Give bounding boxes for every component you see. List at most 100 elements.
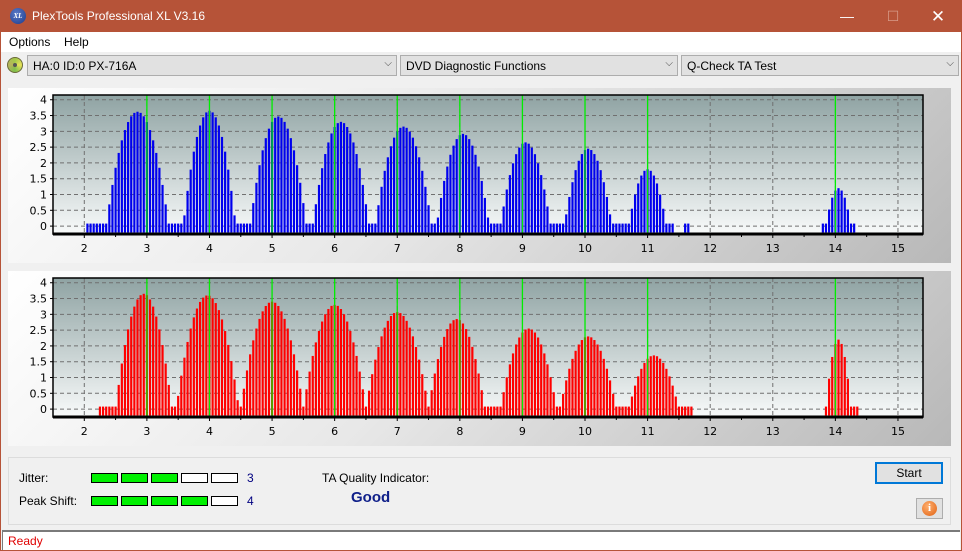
bar: [824, 406, 828, 416]
bar: [587, 148, 590, 233]
bar: [352, 142, 355, 233]
bar: [624, 223, 627, 233]
jitter-label: Jitter:: [19, 471, 49, 485]
bar: [136, 111, 139, 233]
x-tick-label: 15: [891, 425, 905, 438]
bar: [317, 330, 321, 416]
bar: [508, 364, 512, 416]
bar: [249, 223, 252, 233]
bar: [443, 336, 446, 416]
bar: [230, 190, 233, 233]
bar: [455, 319, 458, 416]
bar: [374, 359, 377, 416]
bar: [239, 223, 242, 233]
bar: [837, 188, 840, 233]
bar: [624, 406, 627, 416]
menu-help[interactable]: Help: [64, 35, 89, 49]
bar: [349, 133, 352, 233]
bar: [449, 323, 452, 416]
bar: [296, 165, 299, 233]
bar: [424, 390, 427, 416]
bar: [552, 223, 555, 233]
bar: [380, 186, 383, 233]
x-tick-label: 14: [828, 242, 842, 255]
x-tick-label: 12: [703, 242, 717, 255]
peak-shift-meter-segment: [181, 496, 208, 506]
bar: [311, 355, 314, 416]
x-tick-label: 11: [641, 425, 655, 438]
x-tick-label: 3: [143, 425, 150, 438]
chevron-down-icon: ⌵: [665, 58, 673, 69]
bar: [690, 406, 693, 416]
bar: [123, 130, 127, 233]
bar: [277, 305, 280, 416]
bar: [615, 406, 618, 416]
bar: [659, 358, 662, 416]
bar: [846, 209, 849, 233]
bar: [114, 406, 117, 416]
close-button[interactable]: ✕: [915, 1, 961, 32]
bar: [249, 354, 252, 416]
bar: [355, 355, 358, 416]
bar: [311, 223, 314, 233]
bar: [98, 223, 102, 233]
bar: [486, 406, 490, 416]
bar: [571, 182, 574, 233]
bar: [283, 121, 286, 233]
bar: [452, 145, 455, 233]
bar: [408, 131, 411, 233]
bar: [408, 327, 411, 416]
start-button[interactable]: Start: [875, 462, 943, 484]
bar: [227, 169, 230, 233]
bar: [95, 223, 98, 233]
test-select[interactable]: Q-Check TA Test ⌵: [681, 55, 959, 76]
bar: [198, 125, 202, 233]
bar: [402, 315, 405, 416]
bar: [230, 361, 233, 416]
bar: [527, 143, 530, 233]
bar: [139, 295, 142, 416]
bar: [324, 314, 327, 416]
y-tick-label: 3.5: [30, 110, 48, 123]
minimize-button[interactable]: —: [824, 1, 870, 32]
function-group-select[interactable]: DVD Diagnostic Functions ⌵: [400, 55, 678, 76]
y-tick-label: 0: [40, 220, 47, 233]
bar: [139, 112, 142, 233]
bar: [533, 154, 537, 233]
bar: [608, 380, 612, 416]
bar: [461, 133, 465, 233]
bar: [211, 112, 214, 233]
bar: [289, 340, 292, 416]
bar: [524, 142, 527, 233]
bar: [574, 170, 577, 233]
bar: [336, 305, 339, 416]
x-tick-label: 5: [269, 425, 276, 438]
bar: [371, 223, 374, 233]
bar: [530, 329, 533, 416]
bar: [518, 337, 521, 416]
maximize-button[interactable]: ☐: [870, 1, 916, 32]
bar: [173, 406, 177, 416]
bar: [671, 223, 674, 233]
bar: [618, 223, 621, 233]
bar: [590, 337, 593, 416]
bar: [483, 197, 486, 233]
bar: [123, 345, 127, 416]
bar: [684, 406, 687, 416]
menu-options[interactable]: Options: [9, 35, 50, 49]
jitter-meter-segment: [211, 473, 238, 483]
bar: [590, 150, 593, 233]
bar: [562, 223, 565, 233]
bar: [342, 123, 346, 233]
bar: [627, 223, 630, 233]
y-tick-label: 1: [40, 189, 47, 202]
x-tick-label: 11: [641, 242, 655, 255]
status-bar: Ready: [2, 530, 960, 550]
info-button[interactable]: i: [916, 498, 943, 519]
bar: [843, 356, 846, 416]
bar: [264, 138, 267, 233]
bar: [821, 223, 824, 233]
bar: [155, 316, 158, 416]
drive-select[interactable]: HA:0 ID:0 PX-716A ⌵: [27, 55, 397, 76]
bar: [430, 390, 433, 416]
